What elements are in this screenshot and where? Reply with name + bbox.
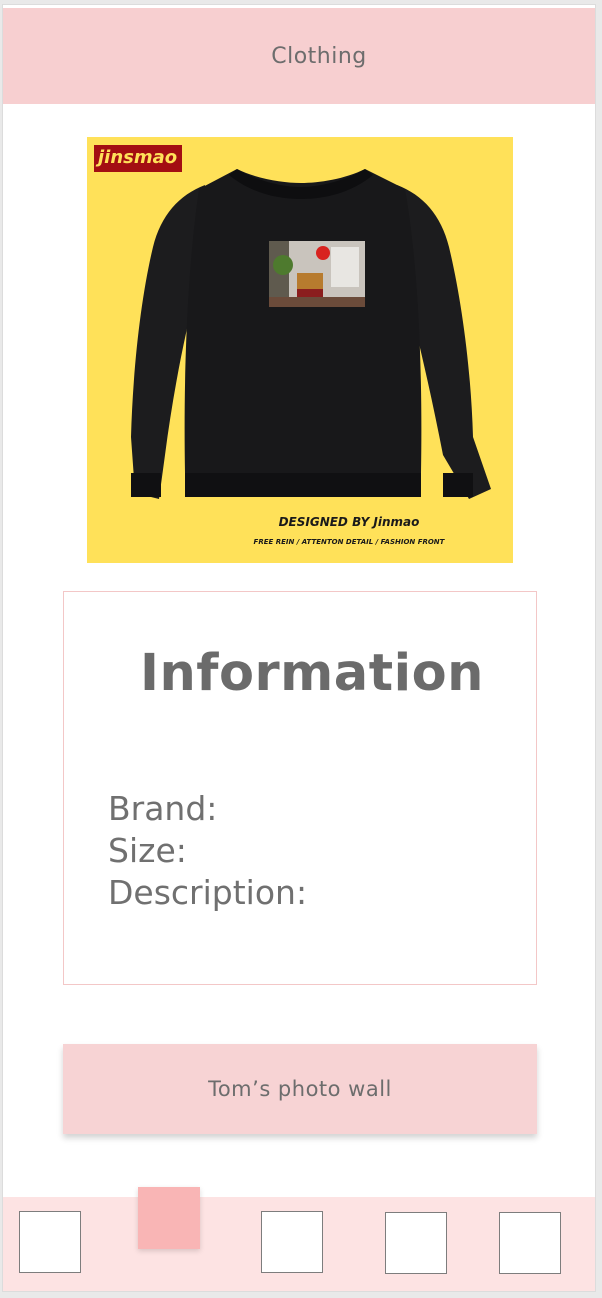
app-frame: Clothing jinsmao DESIGNED BY Jinmao FREE… bbox=[2, 4, 596, 1292]
header-bar: Clothing bbox=[3, 8, 595, 104]
brand-label: Brand: bbox=[108, 789, 218, 828]
information-fields: Brand: Size: Description: bbox=[108, 788, 307, 914]
bottom-tab-bar bbox=[3, 1187, 595, 1291]
brand-logo-tag: jinsmao bbox=[94, 145, 183, 172]
sweatshirt-icon bbox=[131, 169, 491, 499]
size-label: Size: bbox=[108, 831, 187, 870]
information-title: Information bbox=[140, 644, 484, 703]
tab-4[interactable] bbox=[385, 1212, 447, 1274]
designed-by-text: DESIGNED BY Jinmao bbox=[278, 515, 420, 529]
page-title: Clothing bbox=[271, 43, 367, 69]
description-label: Description: bbox=[108, 873, 308, 912]
product-image[interactable]: jinsmao DESIGNED BY Jinmao FREE REIN / A… bbox=[87, 137, 513, 563]
tab-3[interactable] bbox=[261, 1211, 323, 1273]
tab-1[interactable] bbox=[19, 1211, 81, 1273]
product-tagline: FREE REIN / ATTENTON DETAIL / FASHION FR… bbox=[253, 538, 445, 546]
tab-2[interactable] bbox=[138, 1187, 200, 1249]
photo-wall-button[interactable]: Tom’s photo wall bbox=[63, 1044, 537, 1134]
information-card: Information Brand: Size: Description: bbox=[63, 591, 537, 985]
tab-5[interactable] bbox=[499, 1212, 561, 1274]
